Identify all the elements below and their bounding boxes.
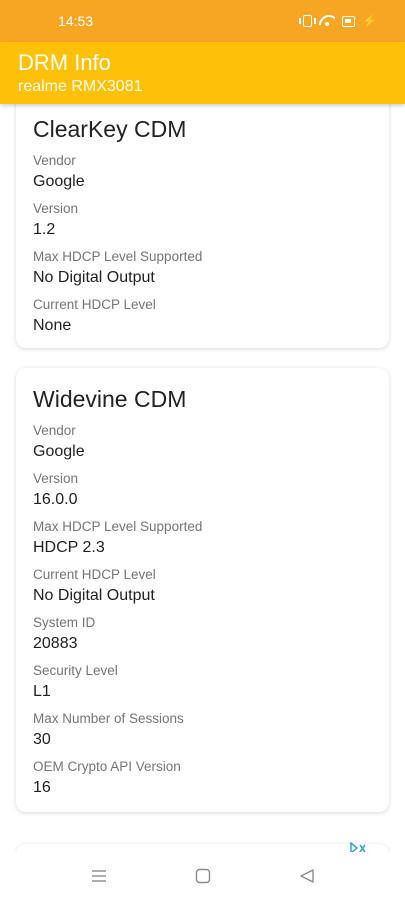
field-label: Vendor — [33, 423, 76, 438]
menu-button[interactable] — [82, 859, 116, 893]
field-current-hdcp: Current HDCP Level None — [33, 296, 372, 338]
field-label: System ID — [33, 615, 96, 630]
field-max-hdcp: Max HDCP Level Supported No Digital Outp… — [33, 248, 372, 290]
field-value: Google — [33, 173, 85, 190]
card-title: Widevine CDM — [33, 386, 187, 412]
widevine-card: Widevine CDM Vendor Google Version 16.0.… — [16, 368, 389, 812]
field-system-id: System ID 20883 — [33, 614, 372, 656]
wifi-icon — [319, 15, 335, 27]
field-value: No Digital Output — [33, 269, 155, 286]
status-time: 14:53 — [58, 13, 94, 29]
field-value: 16.0.0 — [33, 491, 78, 508]
scroll-content[interactable]: ClearKey CDM Vendor Google Version 1.2 M… — [0, 104, 405, 852]
field-version: Version 1.2 — [33, 200, 372, 242]
field-security-level: Security Level L1 — [33, 662, 372, 704]
charging-bolt-icon: ⚡ — [362, 14, 377, 28]
field-value: 20883 — [33, 635, 78, 652]
field-label: OEM Crypto API Version — [33, 759, 181, 774]
app-bar: DRM Info realme RMX3081 — [0, 42, 405, 104]
device-subtitle: realme RMX3081 — [18, 78, 143, 95]
field-max-sessions: Max Number of Sessions 30 — [33, 710, 372, 752]
back-icon — [299, 869, 314, 883]
home-icon — [195, 868, 210, 884]
field-label: Max HDCP Level Supported — [33, 249, 203, 264]
navigation-bar — [0, 852, 405, 900]
field-value: 1.2 — [33, 221, 56, 238]
field-label: Version — [33, 471, 79, 486]
field-current-hdcp: Current HDCP Level No Digital Output — [33, 566, 372, 608]
back-button[interactable] — [290, 859, 324, 893]
field-value: 30 — [33, 731, 51, 748]
ad-choices-icon[interactable] — [349, 842, 367, 852]
field-max-hdcp: Max HDCP Level Supported HDCP 2.3 — [33, 518, 372, 560]
field-value: HDCP 2.3 — [33, 539, 105, 556]
ad-card[interactable] — [16, 844, 389, 852]
field-oem-crypto-version: OEM Crypto API Version 16 — [33, 758, 372, 800]
field-label: Security Level — [33, 663, 118, 678]
field-label: Version — [33, 201, 79, 216]
status-bar: 14:53 ⚡ — [0, 0, 405, 42]
field-value: None — [33, 317, 72, 334]
field-vendor: Vendor Google — [33, 422, 372, 464]
field-value: 16 — [33, 779, 51, 796]
vibrate-icon — [299, 15, 317, 27]
field-value: L1 — [33, 683, 51, 700]
card-title: ClearKey CDM — [33, 116, 187, 142]
app-title: DRM Info — [18, 50, 111, 75]
battery-saver-icon — [342, 15, 356, 27]
field-label: Max Number of Sessions — [33, 711, 184, 726]
field-label: Max HDCP Level Supported — [33, 519, 203, 534]
clearkey-card: ClearKey CDM Vendor Google Version 1.2 M… — [16, 104, 389, 348]
menu-icon — [91, 870, 106, 882]
home-button[interactable] — [186, 859, 220, 893]
field-label: Vendor — [33, 153, 76, 168]
field-vendor: Vendor Google — [33, 152, 372, 194]
field-version: Version 16.0.0 — [33, 470, 372, 512]
field-value: Google — [33, 443, 85, 460]
field-label: Current HDCP Level — [33, 297, 156, 312]
field-value: No Digital Output — [33, 587, 155, 604]
field-label: Current HDCP Level — [33, 567, 156, 582]
status-icons: ⚡ — [299, 14, 377, 28]
